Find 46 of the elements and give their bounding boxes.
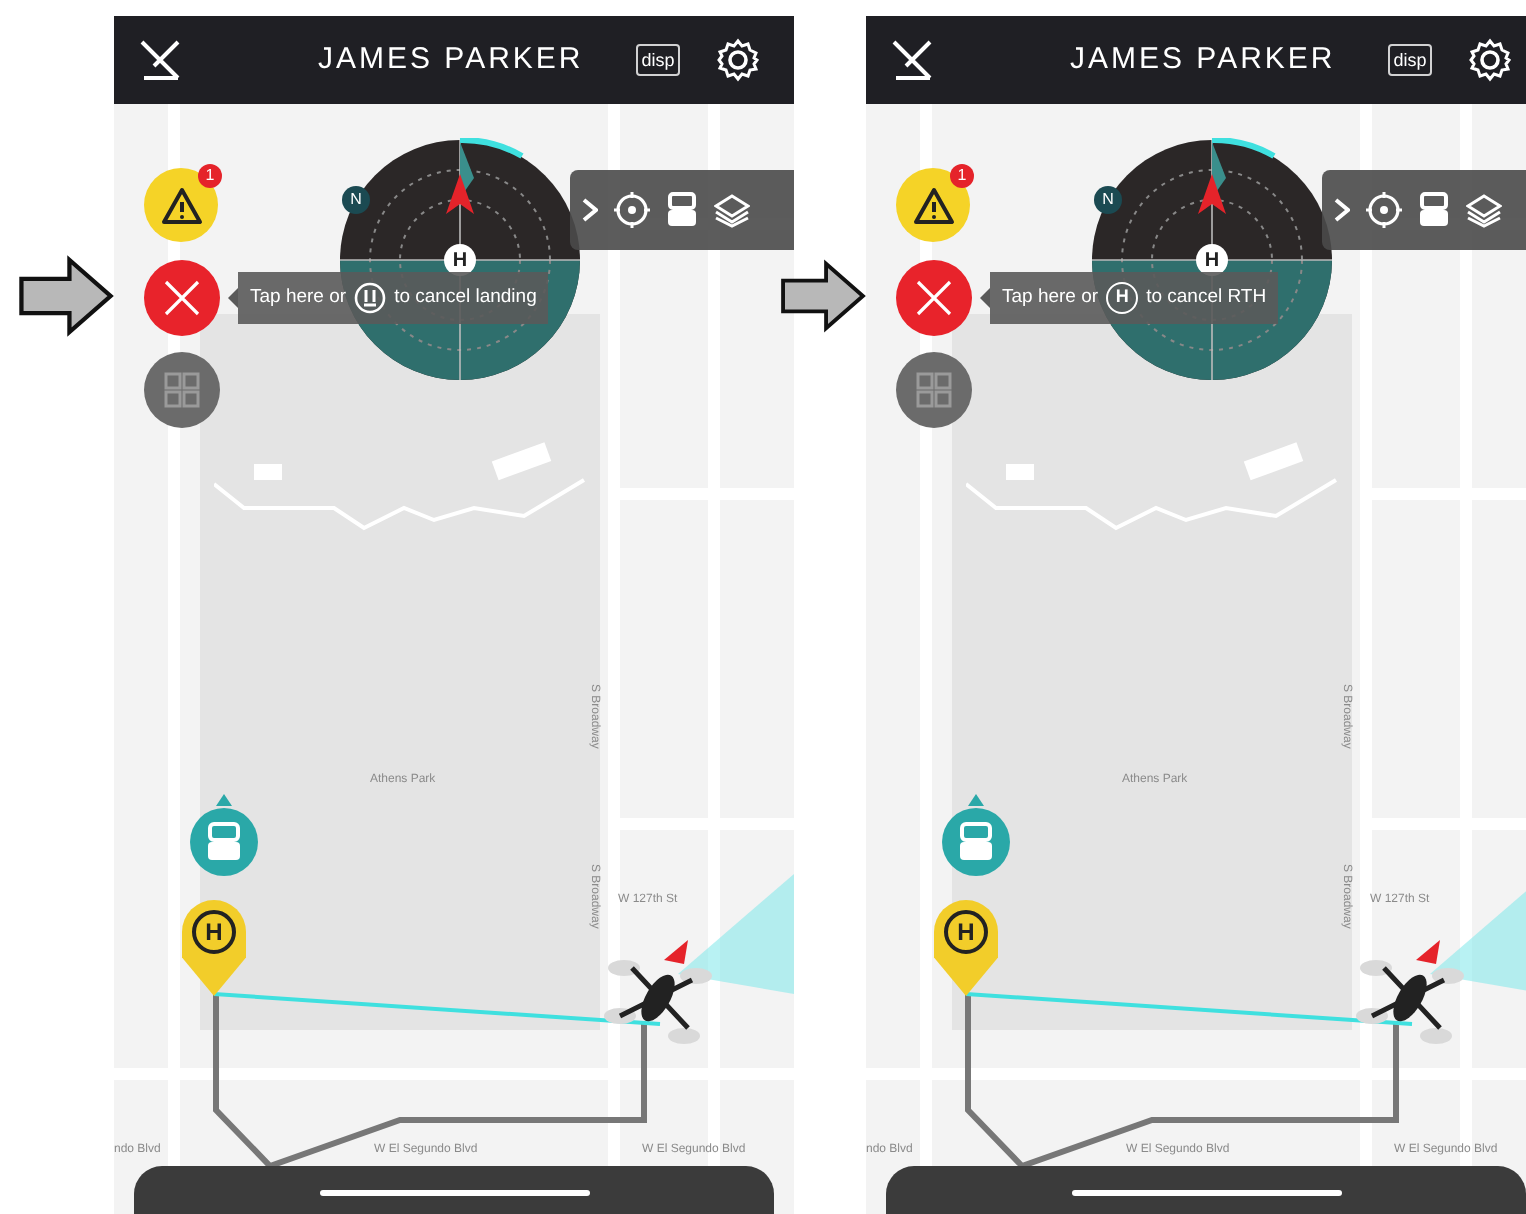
chevron-right-icon[interactable] [582, 198, 598, 222]
landing-icon [354, 282, 387, 314]
home-label: H [192, 910, 236, 954]
home-label: H [944, 910, 988, 954]
grid-button[interactable] [144, 352, 220, 428]
pilot-name: JAMES PARKER [1070, 39, 1336, 80]
sheet-handle[interactable] [319, 1190, 589, 1196]
arrow-icon [18, 250, 114, 342]
layers-icon[interactable] [714, 192, 750, 228]
chevron-right-icon[interactable] [1334, 198, 1350, 222]
controller-icon[interactable] [1418, 192, 1450, 228]
controller-icon [206, 822, 242, 862]
target-icon[interactable] [614, 192, 650, 228]
view-cone [678, 874, 794, 994]
tooltip-text: to cancel landing [394, 283, 537, 312]
warning-button[interactable] [896, 168, 970, 242]
warning-button[interactable] [144, 168, 218, 242]
close-icon [164, 280, 200, 316]
tooltip-text: Tap here or [250, 283, 347, 312]
display-button[interactable]: disp [635, 44, 681, 76]
hotkey-symbol: H [1106, 282, 1139, 314]
notification-badge: 1 [198, 164, 222, 188]
pilot-name: JAMES PARKER [318, 39, 584, 80]
close-icon [916, 280, 952, 316]
target-icon[interactable] [1366, 192, 1402, 228]
display-button[interactable]: disp [1387, 44, 1433, 76]
north-badge: N [1094, 186, 1122, 214]
grid-button[interactable] [896, 352, 972, 428]
logo-icon [890, 38, 934, 82]
sheet-handle[interactable] [1071, 1190, 1341, 1196]
cancel-button[interactable] [896, 260, 972, 336]
logo-icon [138, 38, 182, 82]
warning-icon [159, 185, 203, 225]
tooltip-text: Tap here or [1002, 283, 1099, 312]
warning-icon [911, 185, 955, 225]
grid-icon [916, 372, 952, 408]
controller-icon[interactable] [666, 192, 698, 228]
tooltip-text: to cancel RTH [1146, 283, 1267, 312]
notification-badge: 1 [950, 164, 974, 188]
settings-icon[interactable] [1468, 38, 1513, 82]
cancel-button[interactable] [144, 260, 220, 336]
settings-icon[interactable] [716, 38, 761, 82]
grid-icon [164, 372, 200, 408]
north-badge: N [342, 186, 370, 214]
layers-icon[interactable] [1466, 192, 1502, 228]
controller-icon [958, 822, 994, 862]
